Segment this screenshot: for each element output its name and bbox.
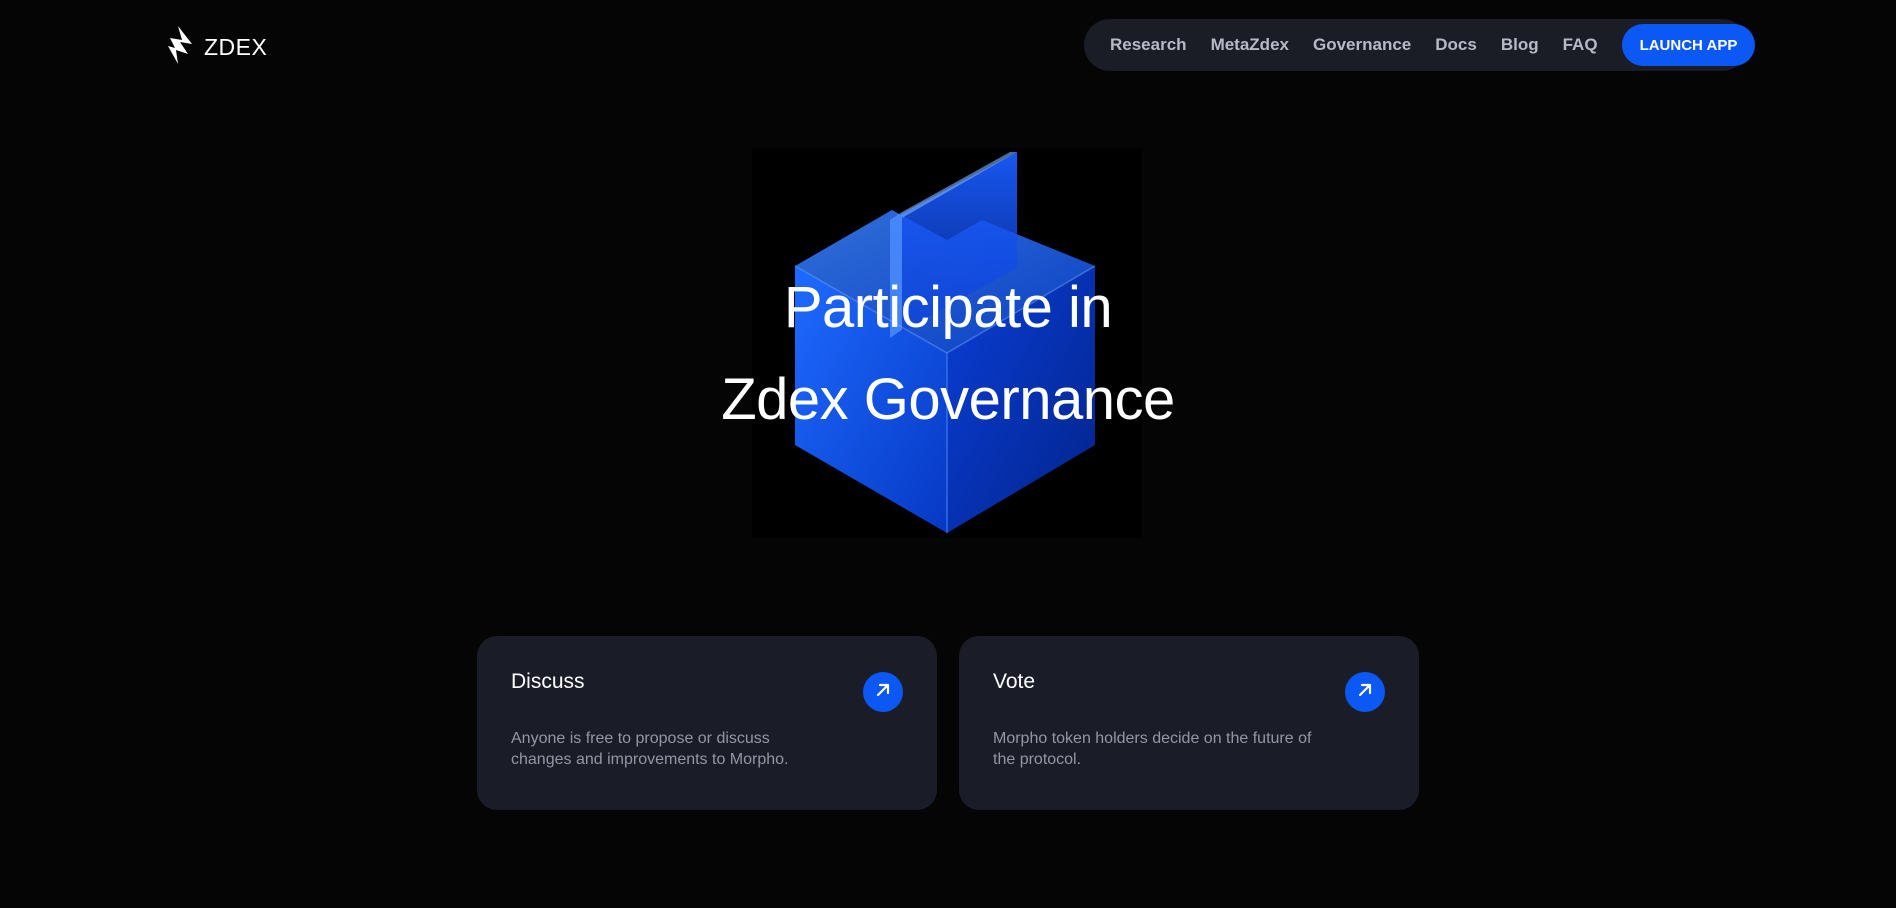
- hero-headline-line1: Participate in: [783, 275, 1113, 340]
- nav-link-governance[interactable]: Governance: [1313, 35, 1411, 55]
- discuss-card[interactable]: Discuss Anyone is free to propose or dis…: [477, 636, 937, 810]
- nav-link-metazdex[interactable]: MetaZdex: [1211, 35, 1289, 55]
- top-nav: Research MetaZdex Governance Docs Blog F…: [1084, 19, 1756, 71]
- nav-link-research[interactable]: Research: [1110, 35, 1187, 55]
- brand-logo[interactable]: ZDEX: [166, 26, 267, 69]
- hero-headline-line2: Zdex Governance: [721, 367, 1175, 432]
- nav-link-blog[interactable]: Blog: [1501, 35, 1539, 55]
- brand-name: ZDEX: [204, 34, 268, 60]
- vote-card[interactable]: Vote Morpho token holders decide on the …: [959, 636, 1419, 810]
- launch-app-button[interactable]: LAUNCH APP: [1621, 24, 1756, 66]
- lightning-bolt-icon: [166, 26, 194, 69]
- arrow-up-right-icon: [874, 681, 892, 704]
- arrow-up-right-icon: [1356, 681, 1374, 704]
- vote-card-title: Vote: [993, 670, 1036, 693]
- discuss-card-title: Discuss: [511, 670, 585, 693]
- vote-link-button[interactable]: [1345, 672, 1385, 712]
- nav-link-faq[interactable]: FAQ: [1563, 35, 1598, 55]
- discuss-card-description: Anyone is free to propose or discuss cha…: [511, 730, 789, 768]
- nav-link-docs[interactable]: Docs: [1435, 35, 1477, 55]
- hero-headline: Participate in Zdex Governance: [0, 262, 1896, 446]
- discuss-link-button[interactable]: [863, 672, 903, 712]
- vote-card-description: Morpho token holders decide on the futur…: [993, 730, 1312, 768]
